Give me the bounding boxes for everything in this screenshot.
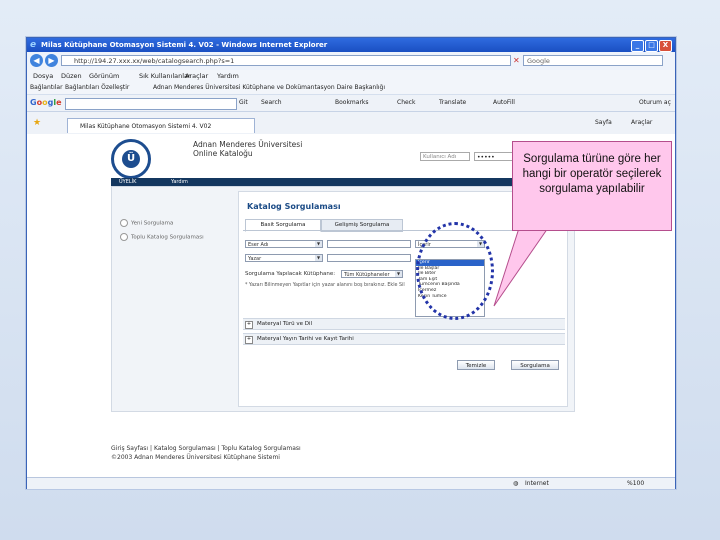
tab-bar: ★ Milas Kütüphane Otomasyon Sistemi 4. V…: [27, 112, 675, 135]
link-customize[interactable]: Bağlantıları Özelleştir: [65, 82, 129, 94]
field-select-1[interactable]: Eser Adı ▼: [245, 240, 323, 248]
password-input[interactable]: •••••: [474, 152, 514, 161]
google-go-button[interactable]: Git: [239, 95, 248, 111]
search-input[interactable]: Google: [523, 55, 663, 66]
menu-edit[interactable]: Düzen: [61, 70, 82, 82]
menu-file[interactable]: Dosya: [33, 70, 53, 82]
page-footer: Giriş Sayfası | Katalog Sorgulaması | To…: [111, 444, 301, 462]
zoom-level[interactable]: %100: [627, 478, 644, 489]
page-menu[interactable]: Sayfa: [595, 119, 612, 126]
check-button[interactable]: Check: [397, 95, 415, 111]
author-note: * Yazarı Bilinmeyen Yapıtlar için yazar …: [245, 283, 405, 288]
menu-help[interactable]: Yardım: [217, 70, 239, 82]
url-input[interactable]: http://194.27.xxx.xx/web/catalogsearch.p…: [61, 55, 511, 66]
side-option-new-search[interactable]: Yeni Sorgulama: [120, 219, 173, 227]
section-material-type[interactable]: + Materyal Türü ve Dil: [243, 318, 565, 330]
university-seal-logo: Ü: [111, 139, 151, 179]
translate-button[interactable]: Translate: [439, 95, 466, 111]
side-nav: Yeni Sorgulama Toplu Katalog Sorgulaması: [112, 207, 230, 367]
internet-explorer-icon: e: [30, 40, 37, 50]
window-title: Milas Kütüphane Otomasyon Sistemi 4. V02…: [41, 41, 328, 49]
menu-bar: Dosya Düzen Görünüm Sık Kullanılanlar Ar…: [27, 70, 675, 82]
callout-pointer: [493, 224, 551, 307]
footer-copyright: ©2003 Adnan Menderes Üniversitesi Kütüph…: [111, 454, 280, 461]
tools-menu[interactable]: Araçlar: [631, 119, 652, 126]
bookmarks-button[interactable]: Bookmarks: [335, 95, 369, 111]
field-select-2[interactable]: Yazar ▼: [245, 254, 323, 262]
callout-text: Sorgulama türüne göre her hangi bir oper…: [522, 153, 662, 195]
address-bar: ◀ ▶ http://194.27.xxx.xx/web/catalogsear…: [27, 52, 675, 71]
side-option-union-search[interactable]: Toplu Katalog Sorgulaması: [120, 233, 204, 241]
link-library[interactable]: Adnan Menderes Üniversitesi Kütüphane ve…: [153, 82, 385, 94]
username-input[interactable]: Kullanıcı Adı: [420, 152, 470, 161]
google-toolbar: Google Git Search Bookmarks Check Transl…: [27, 95, 675, 112]
query-input-2[interactable]: [327, 254, 411, 262]
favorites-star-icon[interactable]: ★: [33, 118, 41, 128]
maximize-button[interactable]: □: [645, 40, 658, 52]
expand-icon[interactable]: +: [245, 321, 253, 329]
menu-view[interactable]: Görünüm: [89, 70, 119, 82]
google-search-input[interactable]: [65, 98, 237, 110]
minimize-button[interactable]: _: [631, 40, 644, 52]
back-icon[interactable]: ◀: [30, 54, 43, 67]
query-input-1[interactable]: [327, 240, 411, 248]
google-search-button[interactable]: Search: [261, 95, 282, 111]
browser-tab[interactable]: Milas Kütüphane Otomasyon Sistemi 4. V02: [67, 118, 255, 133]
section-publication-date[interactable]: + Materyal Yayın Tarihi ve Kayıt Tarihi: [243, 333, 565, 345]
expand-icon[interactable]: +: [245, 336, 253, 344]
browser-window: e Milas Kütüphane Otomasyon Sistemi 4. V…: [26, 37, 676, 489]
security-zone: Internet: [525, 480, 549, 487]
close-button[interactable]: X: [659, 40, 672, 52]
title-bar: e Milas Kütüphane Otomasyon Sistemi 4. V…: [27, 38, 675, 52]
menu-tools[interactable]: Araçlar: [185, 70, 208, 82]
stop-icon[interactable]: ✕: [513, 56, 520, 65]
sign-in-link[interactable]: Oturum aç: [639, 95, 671, 111]
highlight-ellipse: [416, 222, 494, 320]
catalog-subtitle: Online Kataloğu: [193, 149, 253, 158]
clear-button[interactable]: Temizle: [457, 360, 495, 370]
callout-box: Sorgulama türüne göre her hangi bir oper…: [512, 141, 672, 231]
status-bar: ◍ Internet %100: [27, 477, 675, 489]
autofill-button[interactable]: AutoFill: [493, 95, 515, 111]
search-button[interactable]: Sorgulama: [511, 360, 559, 370]
globe-icon: ◍: [513, 480, 519, 487]
menu-favorites[interactable]: Sık Kullanılanlar: [139, 70, 191, 82]
forward-icon[interactable]: ▶: [45, 54, 58, 67]
footer-links[interactable]: Giriş Sayfası | Katalog Sorgulaması | To…: [111, 444, 301, 453]
university-title: Adnan Menderes Üniversitesi: [193, 140, 303, 149]
library-label: Sorgulama Yapılacak Kütüphane:: [245, 271, 336, 277]
panel-title: Katalog Sorgulaması: [247, 202, 341, 211]
links-label: Bağlantılar: [30, 84, 63, 91]
google-logo: Google: [30, 98, 62, 107]
nav-help[interactable]: Yardım: [171, 178, 188, 186]
university-name: Adnan Menderes Üniversitesi Online Katal…: [193, 140, 302, 158]
links-bar: Bağlantılar Bağlantıları Özelleştir Adna…: [27, 82, 675, 95]
page-nav: ÜYELİK Yardım: [111, 178, 575, 186]
nav-membership[interactable]: ÜYELİK: [119, 178, 136, 186]
library-select[interactable]: Tüm Kütüphaneler ▼: [341, 270, 403, 278]
